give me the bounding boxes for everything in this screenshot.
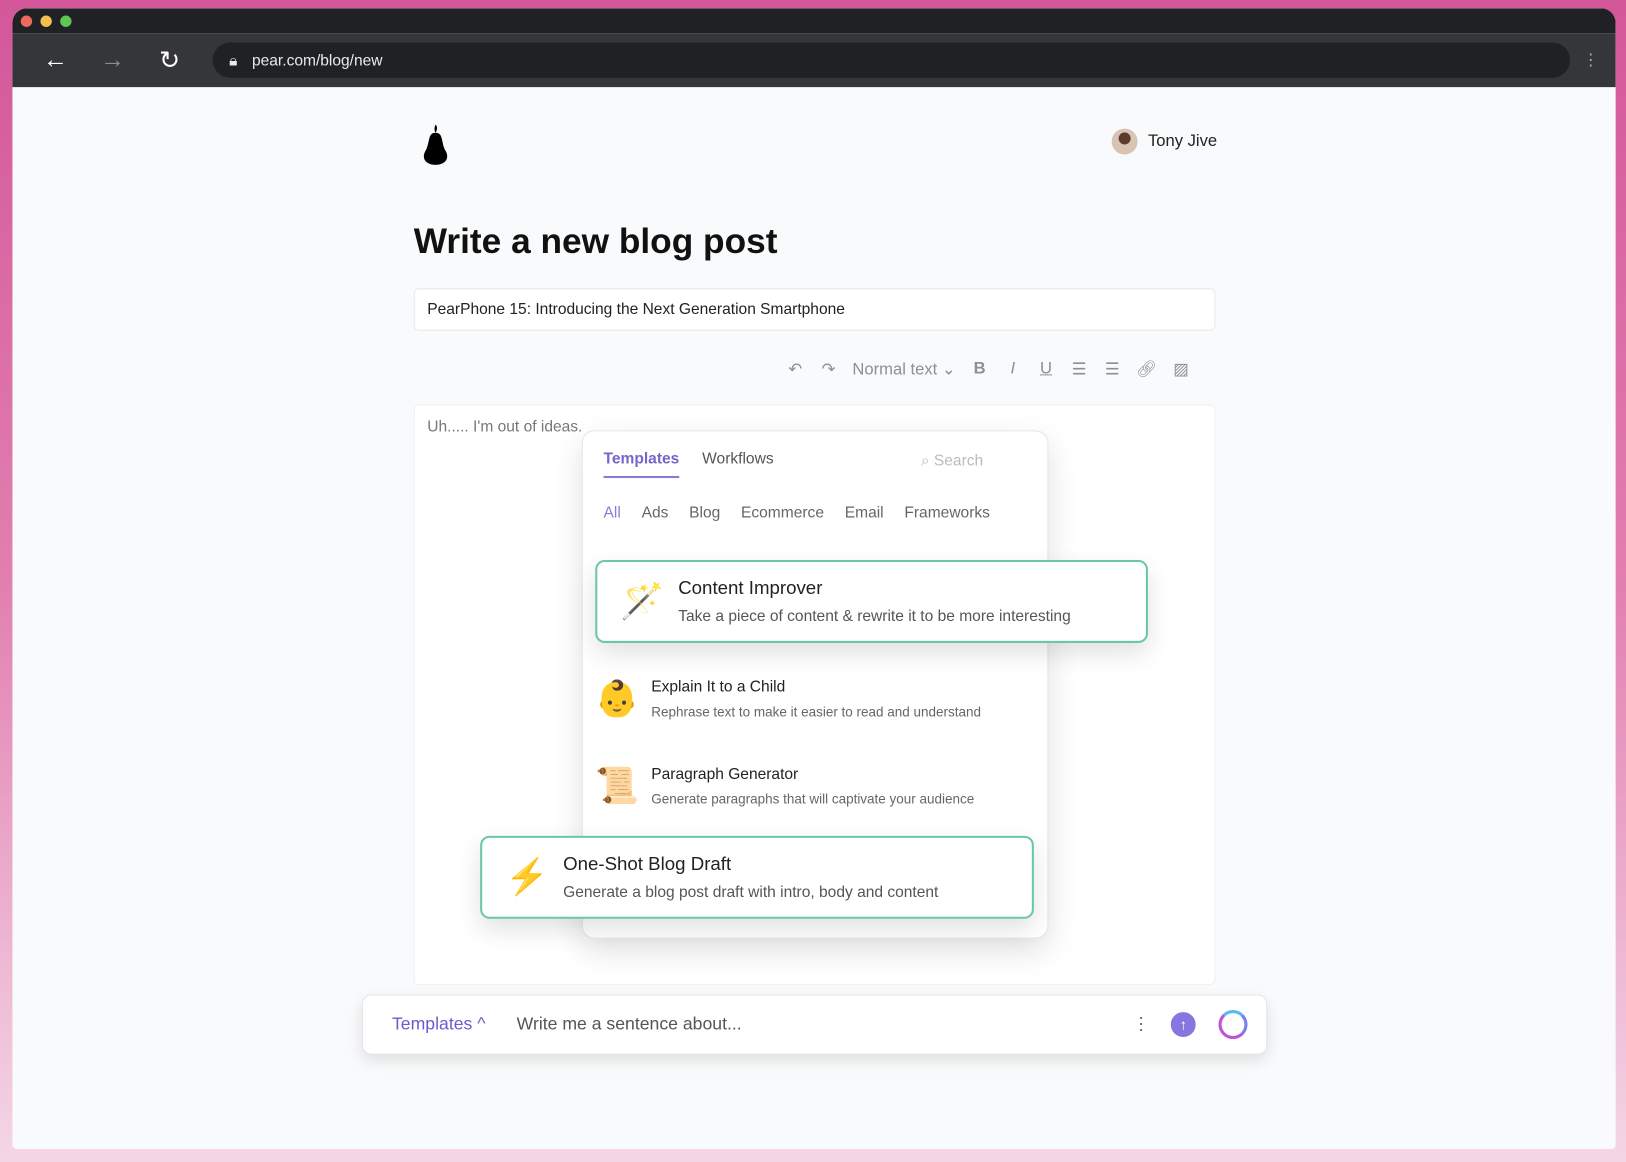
avatar — [1111, 128, 1138, 155]
back-arrow-icon[interactable]: ← — [27, 46, 84, 75]
template-paragraph-generator[interactable]: 📜 Paragraph Generator Generate paragraphs… — [595, 765, 974, 806]
maximize-window-button[interactable] — [60, 15, 72, 27]
template-desc: Generate paragraphs that will captivate … — [651, 791, 975, 807]
template-content-improver[interactable]: 🪄 Content Improver Take a piece of conten… — [595, 559, 1148, 643]
arrow-up-icon: ↑ — [1179, 1016, 1187, 1033]
editor-text: Uh..... I'm out of ideas. — [427, 417, 583, 436]
template-title: One-Shot Blog Draft — [563, 853, 732, 875]
pear-logo[interactable] — [421, 122, 450, 175]
magic-wand-icon: 🪄 — [620, 581, 665, 622]
tab-workflows[interactable]: Workflows — [702, 450, 773, 478]
baby-icon: 👶 — [595, 679, 640, 719]
category-ecommerce[interactable]: Ecommerce — [741, 504, 824, 522]
text-style-label: Normal text — [852, 360, 938, 379]
chevron-down-icon: ⌄ — [941, 360, 956, 379]
page-title: Write a new blog post — [413, 221, 778, 262]
tab-templates[interactable]: Templates — [603, 450, 680, 479]
user-name: Tony Jive — [1147, 132, 1218, 150]
search-icon: ⌕ — [920, 452, 930, 470]
search-placeholder: Search — [933, 452, 984, 470]
redo-icon[interactable]: ↷ — [819, 359, 838, 380]
template-desc: Rephrase text to make it easier to read … — [651, 704, 981, 720]
template-title: Content Improver — [678, 577, 823, 599]
link-icon[interactable]: 🔗︎ — [1136, 359, 1157, 380]
category-all[interactable]: All — [604, 504, 621, 522]
lightning-icon: ⚡ — [505, 857, 549, 898]
title-bar — [12, 8, 1616, 34]
lock-icon: 🔒︎ — [229, 51, 238, 69]
reload-icon[interactable]: ↻ — [141, 45, 198, 75]
chevron-up-icon: ^ — [477, 1014, 486, 1034]
underline-icon[interactable]: U — [1037, 360, 1056, 379]
send-button[interactable]: ↑ — [1170, 1012, 1196, 1037]
close-window-button[interactable] — [20, 15, 33, 27]
image-icon[interactable]: ▨ — [1172, 359, 1191, 380]
templates-toggle-label: Templates — [391, 1014, 473, 1034]
command-bar: Templates ^ Write me a sentence about...… — [361, 994, 1268, 1055]
more-options-icon[interactable]: ⋮ — [1132, 1014, 1150, 1035]
undo-icon[interactable]: ↶ — [786, 359, 805, 380]
browser-toolbar: ← → ↻ 🔒︎ pear.com/blog/new ⋮ — [12, 33, 1616, 88]
text-style-dropdown[interactable]: Normal text ⌄ — [852, 359, 955, 380]
templates-toggle-button[interactable]: Templates ^ — [392, 1014, 486, 1035]
forward-arrow-icon[interactable]: → — [84, 46, 141, 75]
template-desc: Take a piece of content & rewrite it to … — [678, 607, 1071, 626]
template-title: Explain It to a Child — [651, 678, 786, 696]
post-title-input[interactable]: PearPhone 15: Introducing the Next Gener… — [413, 288, 1216, 331]
browser-menu-icon[interactable]: ⋮ — [1580, 50, 1601, 71]
minimize-window-button[interactable] — [40, 15, 52, 27]
bold-icon[interactable]: B — [970, 360, 989, 379]
template-desc: Generate a blog post draft with intro, b… — [563, 883, 939, 902]
template-explain-child[interactable]: 👶 Explain It to a Child Rephrase text to … — [595, 678, 981, 719]
template-one-shot-blog-draft[interactable]: ⚡ One-Shot Blog Draft Generate a blog pos… — [480, 835, 1034, 919]
prompt-input[interactable]: Write me a sentence about... — [517, 1014, 1133, 1035]
scroll-icon: 📜 — [595, 766, 640, 806]
category-email[interactable]: Email — [845, 504, 884, 522]
italic-icon[interactable]: I — [1003, 360, 1022, 379]
category-frameworks[interactable]: Frameworks — [904, 504, 990, 522]
bullet-list-icon[interactable]: ☰ — [1070, 359, 1089, 380]
address-bar[interactable]: 🔒︎ pear.com/blog/new — [212, 42, 1571, 78]
search-input[interactable]: ⌕ Search — [921, 452, 983, 470]
browser-window: ← → ↻ 🔒︎ pear.com/blog/new ⋮ Tony Jive W… — [12, 8, 1616, 1149]
category-blog[interactable]: Blog — [689, 504, 720, 522]
assistant-logo-icon[interactable] — [1218, 1010, 1248, 1040]
category-ads[interactable]: Ads — [642, 504, 669, 522]
template-title: Paragraph Generator — [651, 765, 799, 783]
numbered-list-icon[interactable]: ☰ — [1103, 359, 1122, 380]
format-toolbar: ↶ ↷ Normal text ⌄ B I U ☰ ☰ 🔗︎ ▨ — [786, 359, 1190, 380]
url-text: pear.com/blog/new — [251, 51, 383, 69]
user-menu[interactable]: Tony Jive — [1111, 128, 1218, 155]
